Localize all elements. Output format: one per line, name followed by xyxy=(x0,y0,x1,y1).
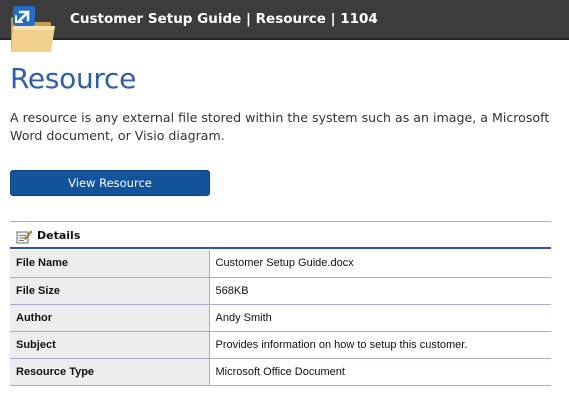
table-row: Author Andy Smith xyxy=(10,304,551,332)
table-row: File Size 568KB xyxy=(10,277,551,305)
page-title: Resource xyxy=(10,62,137,95)
row-value-resource-type: Microsoft Office Document xyxy=(209,358,551,386)
row-label-file-size: File Size xyxy=(10,277,210,305)
page-header-title: Customer Setup Guide | Resource | 1104 xyxy=(70,11,378,27)
row-label-author: Author xyxy=(10,304,210,332)
row-value-file-name: Customer Setup Guide.docx xyxy=(209,250,551,278)
page-description: A resource is any external file stored w… xyxy=(10,110,550,143)
folder-link-icon xyxy=(11,6,55,52)
row-value-file-size: 568KB xyxy=(209,277,551,305)
row-label-file-name: File Name xyxy=(10,250,210,278)
view-resource-button[interactable]: View Resource xyxy=(10,170,210,196)
row-value-subject: Provides information on how to setup thi… xyxy=(209,331,551,359)
row-value-author: Andy Smith xyxy=(209,304,551,332)
table-row: File Name Customer Setup Guide.docx xyxy=(10,250,551,278)
table-row: Subject Provides information on how to s… xyxy=(10,331,551,359)
app-header: Customer Setup Guide | Resource | 1104 xyxy=(0,0,569,52)
details-label: Details xyxy=(37,229,81,242)
details-table: File Name Customer Setup Guide.docx File… xyxy=(10,250,551,386)
table-row: Resource Type Microsoft Office Document xyxy=(10,358,551,386)
details-header: Details xyxy=(10,221,551,249)
row-label-resource-type: Resource Type xyxy=(10,358,210,386)
details-panel: Details File Name Customer Setup Guide.d… xyxy=(10,221,551,386)
row-label-subject: Subject xyxy=(10,331,210,359)
details-note-icon xyxy=(16,230,32,244)
